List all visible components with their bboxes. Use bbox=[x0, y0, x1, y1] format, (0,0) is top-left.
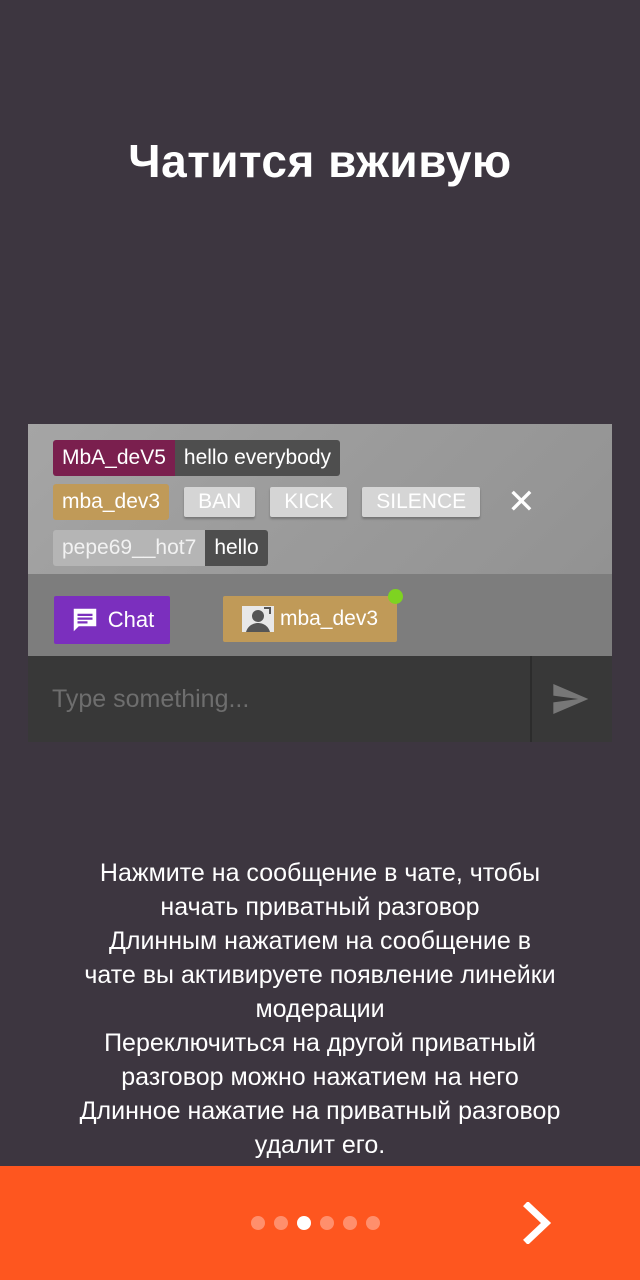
footer-bar bbox=[0, 1166, 640, 1280]
tab-private-user[interactable]: mba_dev3 bbox=[223, 596, 397, 642]
description-line: начать приватный разговор bbox=[160, 893, 480, 921]
tab-chat-label: Chat bbox=[107, 607, 155, 632]
close-icon[interactable]: ✕ bbox=[498, 485, 545, 519]
description-line: удалит его. bbox=[254, 1131, 386, 1159]
description-line: Нажмите на сообщение в чате, чтобы bbox=[99, 859, 541, 887]
description-line: модерации bbox=[255, 995, 385, 1023]
chat-bubble-icon bbox=[73, 608, 96, 632]
message-text[interactable]: hello everybody bbox=[174, 440, 340, 476]
message-username[interactable]: mba_dev3 bbox=[53, 484, 170, 520]
conversation-tabs: Chat mba_dev3 bbox=[28, 574, 612, 656]
chat-message[interactable]: pepe69__hot7 hello bbox=[53, 530, 268, 566]
kick-button[interactable]: KICK bbox=[270, 487, 348, 517]
description-line: Переключиться на другой приватный bbox=[104, 1029, 536, 1057]
online-indicator bbox=[388, 589, 403, 604]
page-dot[interactable] bbox=[251, 1216, 265, 1230]
divider bbox=[530, 656, 532, 742]
chat-message[interactable]: MbA_deV5 hello everybody bbox=[53, 440, 340, 476]
message-username[interactable]: MbA_deV5 bbox=[53, 440, 175, 476]
chat-preview: MbA_deV5 hello everybody mba_dev3 BAN KI… bbox=[28, 424, 612, 742]
page-dot[interactable] bbox=[320, 1216, 334, 1230]
tab-user-label: mba_dev3 bbox=[279, 607, 379, 630]
ban-button[interactable]: BAN bbox=[184, 487, 256, 517]
page-dot-active[interactable] bbox=[297, 1216, 311, 1230]
description-line: разговор можно нажатием на него bbox=[121, 1063, 519, 1091]
moderation-row: mba_dev3 BAN KICK SILENCE ✕ bbox=[53, 484, 545, 520]
page-dot[interactable] bbox=[343, 1216, 357, 1230]
message-text[interactable]: hello bbox=[205, 530, 268, 566]
send-icon[interactable] bbox=[548, 679, 592, 719]
description-line: Длинное нажатие на приватный разговор bbox=[79, 1097, 561, 1125]
page-dot[interactable] bbox=[366, 1216, 380, 1230]
message-username[interactable]: pepe69__hot7 bbox=[53, 530, 206, 566]
description-line: Длинным нажатием на сообщение в bbox=[108, 927, 532, 955]
page-title: Чатится вживую bbox=[128, 135, 512, 187]
description-text: Нажмите на сообщение в чате, чтобы начат… bbox=[20, 856, 620, 1162]
silence-button[interactable]: SILENCE bbox=[362, 487, 481, 517]
tab-chat[interactable]: Chat bbox=[54, 596, 170, 644]
page-indicator bbox=[251, 1216, 380, 1230]
page-dot[interactable] bbox=[274, 1216, 288, 1230]
user-avatar-icon bbox=[241, 606, 274, 632]
message-input[interactable]: Type something... bbox=[52, 656, 522, 742]
message-input-bar: Type something... bbox=[28, 656, 612, 742]
description-line: чате вы активируете появление линейки bbox=[84, 961, 556, 989]
next-arrow-icon[interactable] bbox=[520, 1202, 556, 1244]
